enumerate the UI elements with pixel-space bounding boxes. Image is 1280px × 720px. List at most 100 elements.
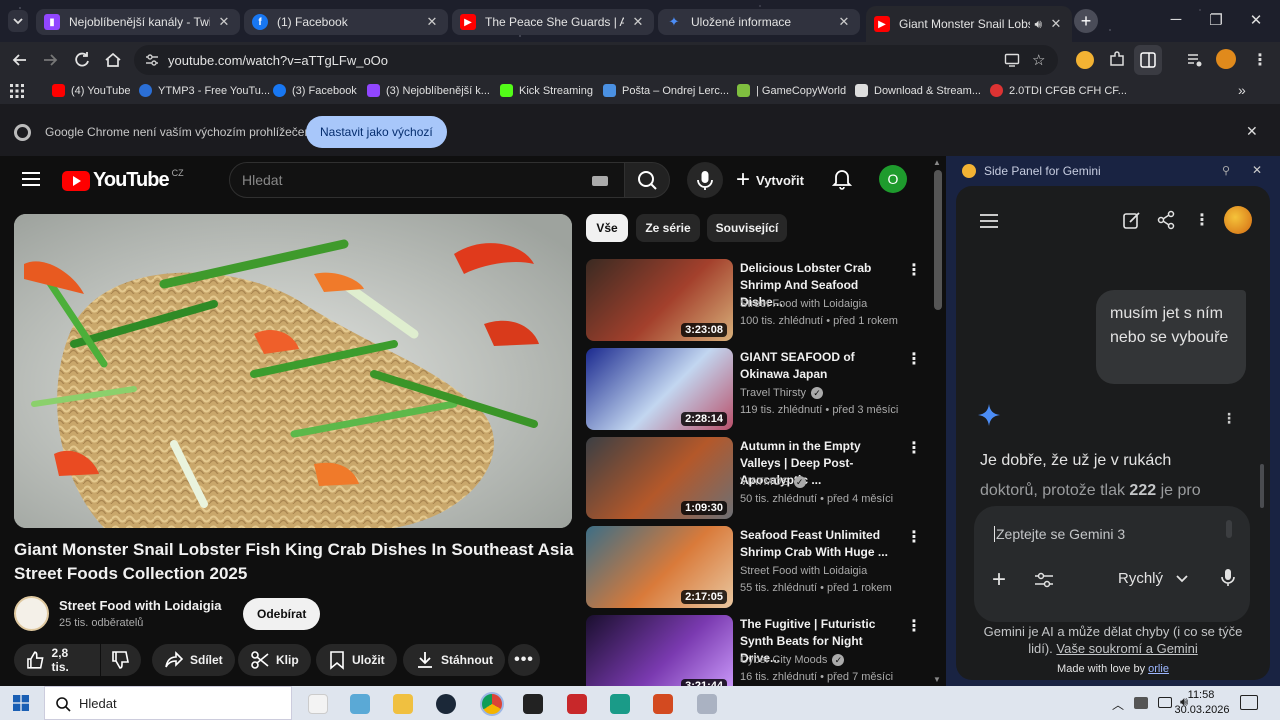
site-info-icon[interactable] (144, 52, 160, 68)
bookmark-twitch[interactable]: (3) Nejoblíbenější k... (367, 84, 490, 97)
video-player[interactable] (14, 214, 572, 528)
profile-avatar[interactable] (1216, 49, 1236, 69)
close-icon[interactable]: ✕ (424, 14, 440, 30)
microphone-icon[interactable] (1220, 568, 1236, 588)
home-icon[interactable] (103, 50, 123, 70)
related-video-thumbnail[interactable]: 3:21:44 (586, 615, 733, 686)
app-triangle-icon[interactable] (523, 694, 543, 714)
save-button[interactable]: Uložit (316, 644, 397, 676)
chat-scrollbar[interactable] (1260, 464, 1264, 508)
back-icon[interactable] (10, 50, 30, 70)
minimize-icon[interactable]: ─ (1166, 11, 1186, 28)
search-button[interactable] (624, 162, 670, 198)
related-video-channel[interactable]: Street Food with Loidaigia (740, 563, 930, 580)
notepad-icon[interactable] (308, 694, 328, 714)
related-video-thumbnail[interactable]: 3:23:08 (586, 259, 733, 341)
tray-chevron-up-icon[interactable]: ︿ (1112, 696, 1124, 713)
share-icon[interactable] (1156, 210, 1176, 230)
gemini-menu-icon[interactable] (980, 214, 998, 228)
related-video-thumbnail[interactable]: 1:09:30 (586, 437, 733, 519)
speaker-app-icon[interactable] (653, 694, 673, 714)
account-avatar[interactable]: O (879, 165, 907, 193)
related-video-channel[interactable]: VIATMOS ✓ (740, 474, 930, 491)
tab-facebook[interactable]: f (1) Facebook ✕ (244, 9, 448, 35)
chrome-menu-icon[interactable]: ⋮ (1252, 50, 1268, 70)
pin-icon[interactable]: ⚲ (1222, 164, 1230, 177)
app-red-icon[interactable] (567, 694, 587, 714)
close-icon[interactable]: ✕ (1246, 123, 1258, 140)
close-icon[interactable]: ✕ (1252, 163, 1262, 177)
taskbar-search-input[interactable]: Hledat (44, 686, 292, 720)
response-more-icon[interactable]: ⋮ (1222, 410, 1236, 427)
file-explorer-icon[interactable] (393, 694, 413, 714)
extensions-puzzle-icon[interactable] (1108, 50, 1126, 68)
more-vertical-icon[interactable]: ⋮ (906, 260, 922, 280)
notifications-icon[interactable] (1240, 695, 1258, 710)
related-video-thumbnail[interactable]: 2:17:05 (586, 526, 733, 608)
media-controls-icon[interactable] (1186, 51, 1204, 69)
bookmark-tdi[interactable]: 2.0TDI CFGB CFH CF... (990, 84, 1127, 97)
bookmark-facebook[interactable]: (3) Facebook (273, 84, 357, 97)
tools-icon[interactable] (1034, 572, 1054, 588)
app-teal-icon[interactable] (610, 694, 630, 714)
create-button[interactable]: + Vytvořit (736, 162, 804, 198)
scroll-down-arrow-icon[interactable]: ▼ (933, 675, 941, 684)
related-video-channel[interactable]: Travel Thirsty ✓ (740, 385, 930, 402)
model-mode-dropdown[interactable]: Rychlý (1118, 570, 1189, 587)
search-input[interactable]: Hledat (229, 162, 625, 198)
close-icon[interactable]: ✕ (216, 14, 232, 30)
chip-related[interactable]: Související (707, 214, 787, 242)
windows-start-icon[interactable] (13, 695, 29, 711)
close-icon[interactable]: ✕ (836, 14, 852, 30)
chip-all[interactable]: Vše (586, 214, 628, 242)
prompt-input[interactable]: Zeptejte se Gemini 3 (994, 526, 1125, 542)
more-actions-button[interactable]: ••• (508, 644, 540, 676)
add-attachment-icon[interactable]: + (992, 568, 1006, 592)
clock-date[interactable]: 30.03.2026 (1170, 704, 1234, 716)
keyboard-icon[interactable] (592, 176, 608, 186)
chip-series[interactable]: Ze série (636, 214, 700, 242)
related-video-title[interactable]: Seafood Feast Unlimited Shrimp Crab With… (740, 527, 902, 561)
menu-hamburger-icon[interactable] (22, 172, 40, 186)
apps-grid-icon[interactable] (10, 84, 24, 98)
bookmark-mail[interactable]: Pošta – Ondrej Lerc... (603, 84, 729, 97)
bookmark-ytmp3[interactable]: YTMP3 - Free YouTu... (139, 84, 270, 97)
window-close-icon[interactable]: ✕ (1246, 11, 1266, 29)
youtube-logo[interactable]: YouTube CZ (62, 168, 184, 192)
new-tab-button[interactable]: + (1074, 9, 1098, 33)
app-window-icon[interactable] (697, 694, 717, 714)
install-app-icon[interactable] (1004, 52, 1020, 68)
dislike-button[interactable] (101, 644, 141, 676)
channel-avatar[interactable] (14, 596, 49, 631)
author-link[interactable]: orlie (1148, 663, 1169, 675)
side-panel-icon[interactable] (1134, 45, 1162, 75)
notifications-bell-icon[interactable] (832, 168, 852, 190)
share-button[interactable]: Sdílet (152, 644, 235, 676)
tray-app-icon[interactable] (1134, 697, 1148, 709)
related-video-thumbnail[interactable]: 2:28:14 (586, 348, 733, 430)
more-vertical-icon[interactable]: ⋮ (906, 527, 922, 547)
close-icon[interactable]: ✕ (1048, 16, 1064, 32)
page-scrollbar[interactable] (934, 170, 942, 310)
steam-icon[interactable] (436, 694, 456, 714)
tab-search-button[interactable] (8, 10, 28, 32)
like-button[interactable]: 2,8 tis. (14, 644, 100, 676)
subscribe-button[interactable]: Odebírat (243, 598, 321, 630)
restore-icon[interactable]: ❐ (1206, 11, 1226, 29)
related-video-channel[interactable]: Cyber City Moods ✓ (740, 652, 930, 669)
voice-search-button[interactable] (687, 162, 723, 198)
more-vertical-icon[interactable]: ⋮ (906, 349, 922, 369)
download-button[interactable]: Stáhnout (403, 644, 505, 676)
privacy-link[interactable]: Vaše soukromí a Gemini (1056, 641, 1197, 656)
tab-ambient[interactable]: ▶ The Peace She Guards | Ambient ✕ (452, 9, 654, 35)
bookmark-star-icon[interactable]: ☆ (1032, 51, 1045, 69)
more-vertical-icon[interactable]: ⋮ (906, 616, 922, 636)
bookmark-download-stream[interactable]: Download & Stream... (855, 84, 981, 97)
bookmark-youtube[interactable]: (4) YouTube (52, 84, 131, 97)
audio-playing-icon[interactable]: 🔊︎ (1034, 17, 1042, 32)
bookmark-kick[interactable]: Kick Streaming (500, 84, 593, 97)
gemini-avatar[interactable] (1224, 206, 1252, 234)
more-bookmarks-icon[interactable]: » (1238, 82, 1246, 98)
close-icon[interactable]: ✕ (630, 14, 646, 30)
clip-button[interactable]: Klip (238, 644, 311, 676)
